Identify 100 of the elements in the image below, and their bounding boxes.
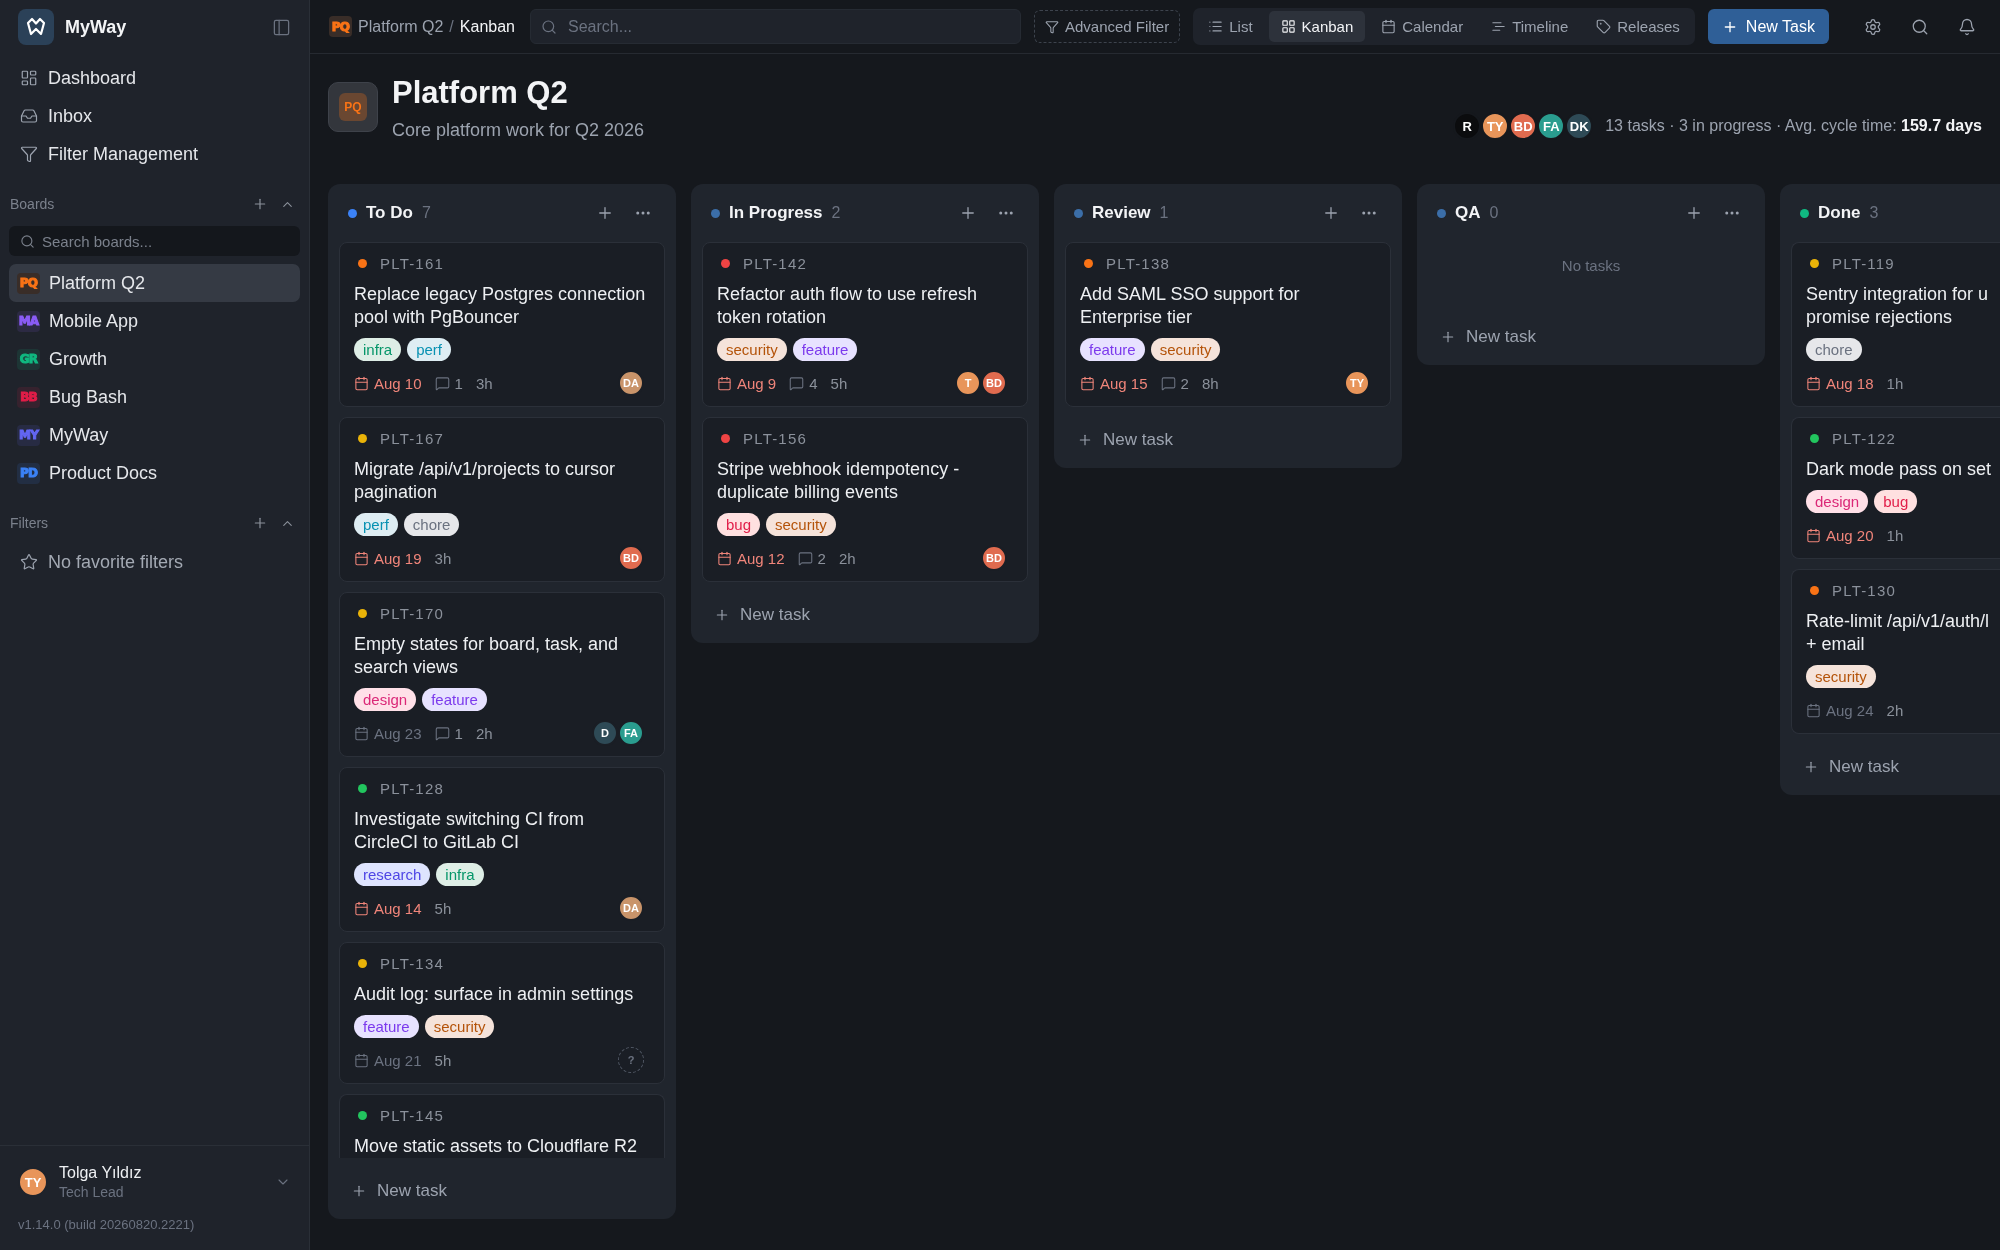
column-title: In Progress [729,203,823,223]
section-label: Filters [10,515,50,531]
add-task-button[interactable]: New task [1065,419,1391,461]
task-card[interactable]: PLT-134 Audit log: surface in admin settings feature security Aug 21 5h ? [339,942,665,1084]
task-title: Move static assets to Cloudflare R2 [354,1135,639,1158]
task-title: Empty states for board, task, and search views [354,633,620,679]
new-task-button[interactable]: New Task [1707,9,1829,44]
time-estimate: 2h [838,549,856,567]
task-id: PLT-119 [1832,254,1895,272]
nav-item[interactable]: Dashboard [9,59,300,97]
add-icon[interactable] [252,196,268,212]
column-title: QA [1455,203,1481,223]
view-tab[interactable]: Releases [1584,11,1692,42]
version-text: v1.14.0 (build 20260820.2221) [18,1216,196,1234]
board-badge: PD [17,462,40,484]
advanced-filter-button[interactable]: Advanced Filter [1034,10,1181,43]
board-item[interactable]: PD Product Docs [9,454,300,492]
task-card[interactable]: PLT-167 Migrate /api/v1/projects to cursor pagination perf chore Aug 19 3h BD [339,417,665,582]
list-icon [1208,19,1224,34]
task-card[interactable]: PLT-145 Move static assets to Cloudflare R2 [339,1094,665,1158]
search-field[interactable]: Search... [530,9,1021,44]
task-id: PLT-122 [1832,429,1896,447]
task-title: Migrate /api/v1/projects to cursor pagination [354,458,617,504]
settings-icon[interactable] [1864,17,1882,36]
task-card[interactable]: PLT-161 Replace legacy Postgres connection pool with PgBouncer infra perf Aug 10 1 3h DA [339,242,665,407]
task-tag: perf [407,338,452,361]
breadcrumb-link[interactable]: Platform Q2 [358,17,444,36]
task-card[interactable]: PLT-156 Stripe webhook idempotency - duplicate billing events bug security Aug 12 2 2h BD [702,417,1028,582]
board-item[interactable]: BB Bug Bash [9,378,300,416]
board-search-field[interactable]: Search boards... [9,226,300,256]
task-card[interactable]: PLT-122 Dark mode pass on set design bug Aug 20 1h [1791,417,2000,559]
comment-count: 1 [454,374,463,392]
column-count: 7 [421,204,432,222]
add-icon[interactable] [596,204,614,222]
task-card[interactable]: PLT-138 Add SAML SSO support for Enterprise tier feature security Aug 15 2 8h TY [1065,242,1391,407]
comment-icon [1160,375,1176,391]
add-icon[interactable] [1685,204,1703,222]
task-title: Dark mode pass on set [1806,458,1993,481]
due-date: Aug 10 [374,374,422,392]
task-tag: infra [436,863,484,886]
empty-message: No tasks [1560,256,1622,276]
calendar-icon [354,375,369,391]
add-icon[interactable] [959,204,977,222]
app-name: MyWay [65,16,128,38]
view-tab[interactable]: Calendar [1369,11,1476,42]
add-task-button[interactable]: New task [702,594,1028,636]
bell-icon[interactable] [1958,17,1976,36]
task-card[interactable]: PLT-119 Sentry integration for u promise rejections chore Aug 18 1h [1791,242,2000,407]
task-card[interactable]: PLT-128 Investigate switching CI from CircleCI to GitLab CI research infra Aug 14 5h DA [339,767,665,932]
plus-icon [351,1183,367,1199]
task-tag: infra [354,338,402,361]
task-tag: chore [1806,338,1862,361]
task-title: Rate-limit /api/v1/auth/l + email [1806,610,1991,656]
column-count: 2 [831,204,842,222]
add-task-button[interactable]: New task [1428,316,1754,358]
add-task-button[interactable]: New task [339,1170,665,1212]
add-icon[interactable] [252,515,268,531]
view-tab[interactable]: Kanban [1268,11,1366,42]
member-avatar[interactable]: DK [1565,112,1594,140]
inbox-icon [20,107,38,125]
calendar-icon [1080,375,1095,391]
due-date: Aug 20 [1826,526,1874,544]
timeline-icon [1491,19,1507,34]
empty-message: No favorite filters [48,551,184,573]
board-item[interactable]: GR Growth [9,340,300,378]
nav-item[interactable]: Inbox [9,97,300,135]
search-icon [20,233,35,249]
member-avatar[interactable]: R [1453,112,1482,140]
due-date: Aug 18 [1826,374,1874,392]
board-subtitle: Core platform work for Q2 2026 [392,119,645,142]
board-badge: GR [17,348,40,370]
board-item[interactable]: PQ Platform Q2 [9,264,300,302]
task-tag: research [354,863,431,886]
task-tag: feature [354,1015,419,1038]
column-count: 3 [1869,204,1880,222]
task-id: PLT-128 [380,779,444,797]
task-card[interactable]: PLT-130 Rate-limit /api/v1/auth/l + email security Aug 24 2h [1791,569,2000,734]
task-title: Refactor auth flow to use refresh token rotation [717,283,979,329]
tag-icon [1596,19,1612,34]
board-item[interactable]: MA Mobile App [9,302,300,340]
board-item[interactable]: MY MyWay [9,416,300,454]
add-icon[interactable] [1322,204,1340,222]
assignee-avatar[interactable]: D [592,720,618,746]
sidebar-toggle-icon[interactable] [272,17,291,37]
board-title: Platform Q2 [392,74,569,112]
task-id: PLT-142 [743,254,807,272]
search-icon[interactable] [1911,17,1929,36]
calendar-icon [354,1052,369,1068]
board-badge: PQ [329,16,352,37]
task-card[interactable]: PLT-170 Empty states for board, task, and search views design feature Aug 23 1 2h D FA [339,592,665,757]
star-icon [20,553,38,571]
add-task-button[interactable]: New task [1791,746,2000,788]
comment-count: 2 [1180,374,1189,392]
calendar-icon [717,375,732,391]
task-id: PLT-170 [380,604,444,622]
view-tab[interactable]: Timeline [1479,11,1581,42]
nav-item[interactable]: Filter Management [9,135,300,173]
board-badge: BB [17,386,40,408]
board-avatar: PQ [328,82,378,132]
view-tab[interactable]: List [1196,11,1265,42]
